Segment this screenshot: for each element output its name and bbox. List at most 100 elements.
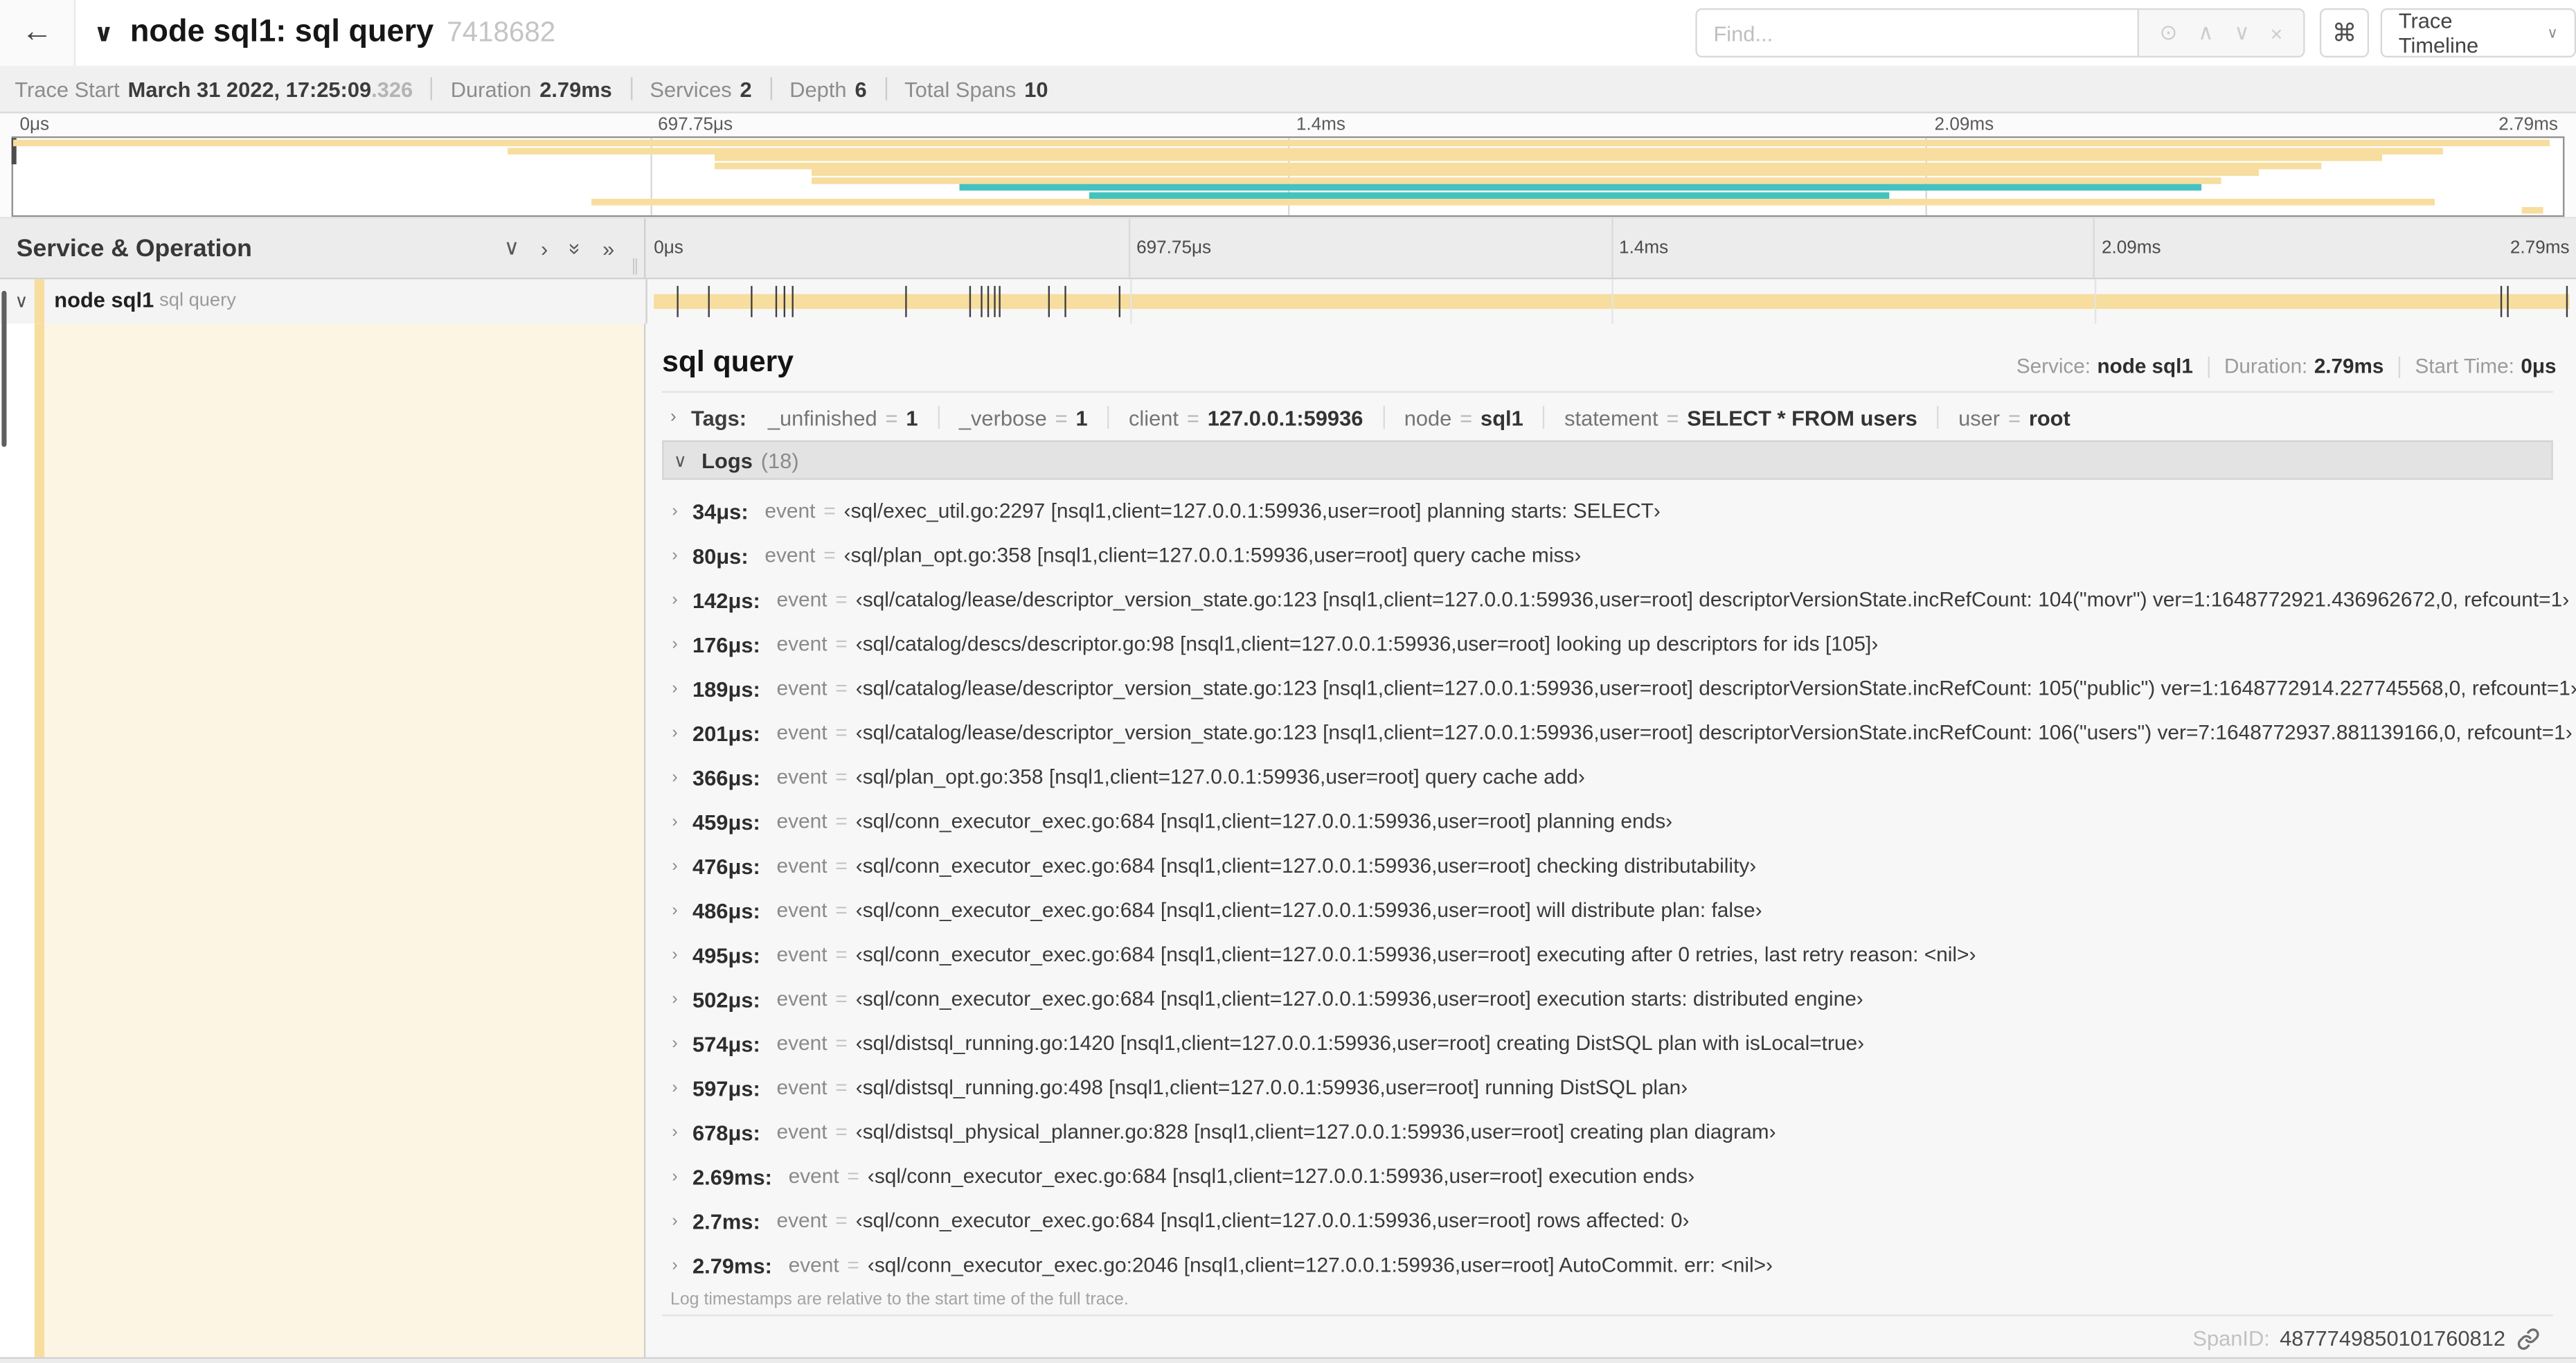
log-entry[interactable]: › 486μs: event = ‹sql/conn_executor_exec.go:… bbox=[662, 894, 1762, 927]
divider bbox=[431, 77, 433, 100]
log-tick-mark bbox=[1048, 285, 1050, 317]
log-field-value: ‹sql/conn_executor_exec.go:684 [nsql1,cl… bbox=[855, 854, 1757, 878]
divider bbox=[938, 405, 940, 429]
expanded-row-background bbox=[44, 323, 645, 1357]
log-entry[interactable]: › 678μs: event = ‹sql/distsql_physical_plann… bbox=[662, 1116, 1776, 1148]
timeline-gridline bbox=[1611, 279, 1613, 324]
log-field-value: ‹sql/catalog/lease/descriptor_version_st… bbox=[855, 677, 2576, 700]
timeline-tick-label: 1.4ms bbox=[1296, 115, 1345, 135]
collapse-trace-icon[interactable]: ∨ bbox=[93, 18, 114, 47]
log-field-key: event bbox=[776, 1209, 828, 1233]
span-operation-name[interactable]: sql query bbox=[159, 291, 236, 310]
locate-icon[interactable]: ⊙ bbox=[2160, 19, 2178, 46]
timeline-ticks: 0μs 697.75μs 1.4ms 2.09ms 2.79ms bbox=[645, 218, 2576, 278]
log-entry[interactable]: › 2.79ms: event = ‹sql/conn_executor_exec.go… bbox=[662, 1249, 1773, 1281]
span-collapse-icon[interactable]: ∨ bbox=[15, 291, 28, 312]
log-field-key: event bbox=[776, 588, 828, 612]
deep-link-icon[interactable] bbox=[2517, 1327, 2540, 1350]
log-entry[interactable]: › 459μs: event = ‹sql/conn_executor_exec.go:… bbox=[662, 805, 1672, 838]
minimap-span-bar bbox=[2522, 206, 2543, 213]
log-entry[interactable]: › 189μs: event = ‹sql/catalog/lease/descript… bbox=[662, 672, 2576, 704]
expand-all-icon[interactable]: » bbox=[602, 235, 614, 260]
expand-one-icon[interactable]: › bbox=[541, 235, 548, 260]
log-entry[interactable]: › 34μs: event = ‹sql/exec_util.go:2297 [nsql… bbox=[662, 495, 1661, 527]
tag-key: user bbox=[1958, 404, 2001, 430]
logs-accordion-header[interactable]: ∨ Logs (18) bbox=[662, 440, 2553, 480]
log-timestamps-note: Log timestamps are relative to the start… bbox=[670, 1290, 1129, 1310]
log-entry[interactable]: › 574μs: event = ‹sql/distsql_running.go:142… bbox=[662, 1027, 1864, 1060]
tags-label: Tags: bbox=[691, 404, 747, 430]
log-entry[interactable]: › 2.69ms: event = ‹sql/conn_executor_exec.go… bbox=[662, 1160, 1694, 1193]
log-tick-mark bbox=[791, 285, 794, 317]
detail-meta-value: 0μs bbox=[2521, 355, 2557, 378]
minimap-canvas[interactable] bbox=[11, 136, 2565, 217]
service-color-stripe bbox=[34, 323, 45, 1357]
log-field-key: event bbox=[776, 632, 828, 656]
tag-item: _unfinished = 1 bbox=[768, 405, 918, 430]
equals-sign: = bbox=[885, 404, 898, 430]
column-resize-grip[interactable]: ∥ bbox=[631, 258, 639, 276]
collapse-all-icon[interactable]: » bbox=[563, 242, 588, 254]
log-tick-mark bbox=[708, 285, 710, 317]
minimap-span-bar bbox=[12, 139, 2550, 147]
minimap-span-bar bbox=[591, 199, 2435, 206]
log-entry[interactable]: › 201μs: event = ‹sql/catalog/lease/descript… bbox=[662, 716, 2572, 749]
log-field-value: ‹sql/conn_executor_exec.go:684 [nsql1,cl… bbox=[867, 1165, 1695, 1188]
log-field-value: ‹sql/plan_opt.go:358 [nsql1,client=127.0… bbox=[843, 544, 1582, 567]
trace-view-selector[interactable]: Trace Timeline ∨ bbox=[2380, 8, 2576, 58]
log-entry[interactable]: › 495μs: event = ‹sql/conn_executor_exec.go:… bbox=[662, 938, 1976, 971]
log-entry[interactable]: › 366μs: event = ‹sql/plan_opt.go:358 [nsql1… bbox=[662, 760, 1585, 793]
span-id-row: SpanID: 4877749850101760812 bbox=[2192, 1326, 2539, 1351]
log-entry[interactable]: › 80μs: event = ‹sql/plan_opt.go:358 [nsql1,… bbox=[662, 539, 1581, 571]
tag-value: 1 bbox=[1075, 404, 1088, 430]
log-field-key: event bbox=[776, 854, 828, 878]
back-button[interactable]: ← bbox=[0, 0, 76, 66]
log-entry[interactable]: › 176μs: event = ‹sql/catalog/descs/descript… bbox=[662, 627, 1878, 660]
log-field-value: ‹sql/plan_opt.go:358 [nsql1,client=127.0… bbox=[855, 765, 1585, 789]
timeline-tick-label: 2.79ms bbox=[2498, 115, 2558, 135]
equals-sign: = bbox=[1186, 404, 1199, 430]
summary-item-value: March 31 2022, 17:25:09 bbox=[127, 76, 372, 101]
log-timestamp: 80μs: bbox=[692, 543, 749, 568]
log-entry[interactable]: › 2.7ms: event = ‹sql/conn_executor_exec.go:… bbox=[662, 1204, 1689, 1237]
vertical-scrollbar-thumb[interactable] bbox=[1, 290, 7, 447]
log-entry[interactable]: › 502μs: event = ‹sql/conn_executor_exec.go:… bbox=[662, 983, 1863, 1015]
tag-key: node bbox=[1404, 404, 1452, 430]
log-tick-mark bbox=[981, 285, 983, 317]
log-field-key: event bbox=[776, 810, 828, 833]
next-result-icon[interactable]: ∨ bbox=[2234, 19, 2250, 46]
log-entry[interactable]: › 476μs: event = ‹sql/conn_executor_exec.go:… bbox=[662, 850, 1756, 882]
equals-sign: = bbox=[835, 632, 848, 656]
log-timestamp: 502μs: bbox=[692, 986, 760, 1012]
chevron-right-icon: › bbox=[672, 1211, 678, 1231]
log-timestamp: 486μs: bbox=[692, 898, 760, 923]
chevron-right-icon: › bbox=[672, 678, 678, 699]
span-row[interactable]: ∨ node sql1 sql query bbox=[0, 279, 2576, 324]
divider bbox=[1543, 405, 1545, 429]
prev-result-icon[interactable]: ∧ bbox=[2198, 19, 2214, 46]
log-timestamp: 34μs: bbox=[692, 499, 749, 524]
find-input[interactable] bbox=[1695, 8, 2139, 58]
log-field-key: event bbox=[776, 943, 828, 967]
log-field-value: ‹sql/catalog/lease/descriptor_version_st… bbox=[855, 588, 2570, 612]
log-field-value: ‹sql/catalog/descs/descriptor.go:98 [nsq… bbox=[855, 632, 1879, 656]
collapse-one-icon[interactable]: ∨ bbox=[504, 235, 520, 261]
span-service-name[interactable]: node sql1 bbox=[54, 287, 154, 312]
minimap-span-bar bbox=[811, 169, 2260, 176]
keyboard-shortcuts-button[interactable]: ⌘ bbox=[2319, 8, 2370, 58]
tag-value: 127.0.0.1:59936 bbox=[1207, 404, 1363, 430]
equals-sign: = bbox=[835, 943, 848, 967]
log-entry[interactable]: › 142μs: event = ‹sql/catalog/lease/descript… bbox=[662, 583, 2569, 616]
chevron-right-icon: › bbox=[672, 945, 678, 965]
service-operation-label: Service & Operation bbox=[16, 234, 252, 262]
divider bbox=[1107, 405, 1109, 429]
equals-sign: = bbox=[835, 677, 848, 700]
divider bbox=[629, 77, 632, 100]
log-entry[interactable]: › 597μs: event = ‹sql/distsql_running.go:498… bbox=[662, 1071, 1688, 1104]
clear-search-icon[interactable]: × bbox=[2270, 21, 2282, 46]
view-selector-label: Trace Timeline bbox=[2398, 8, 2479, 58]
equals-sign: = bbox=[835, 1076, 848, 1100]
divider bbox=[1382, 405, 1385, 429]
summary-item-value: 6 bbox=[855, 76, 867, 101]
tags-accordion[interactable]: › Tags: _unfinished = 1 _verbose = 1 client = 12… bbox=[662, 401, 2553, 434]
